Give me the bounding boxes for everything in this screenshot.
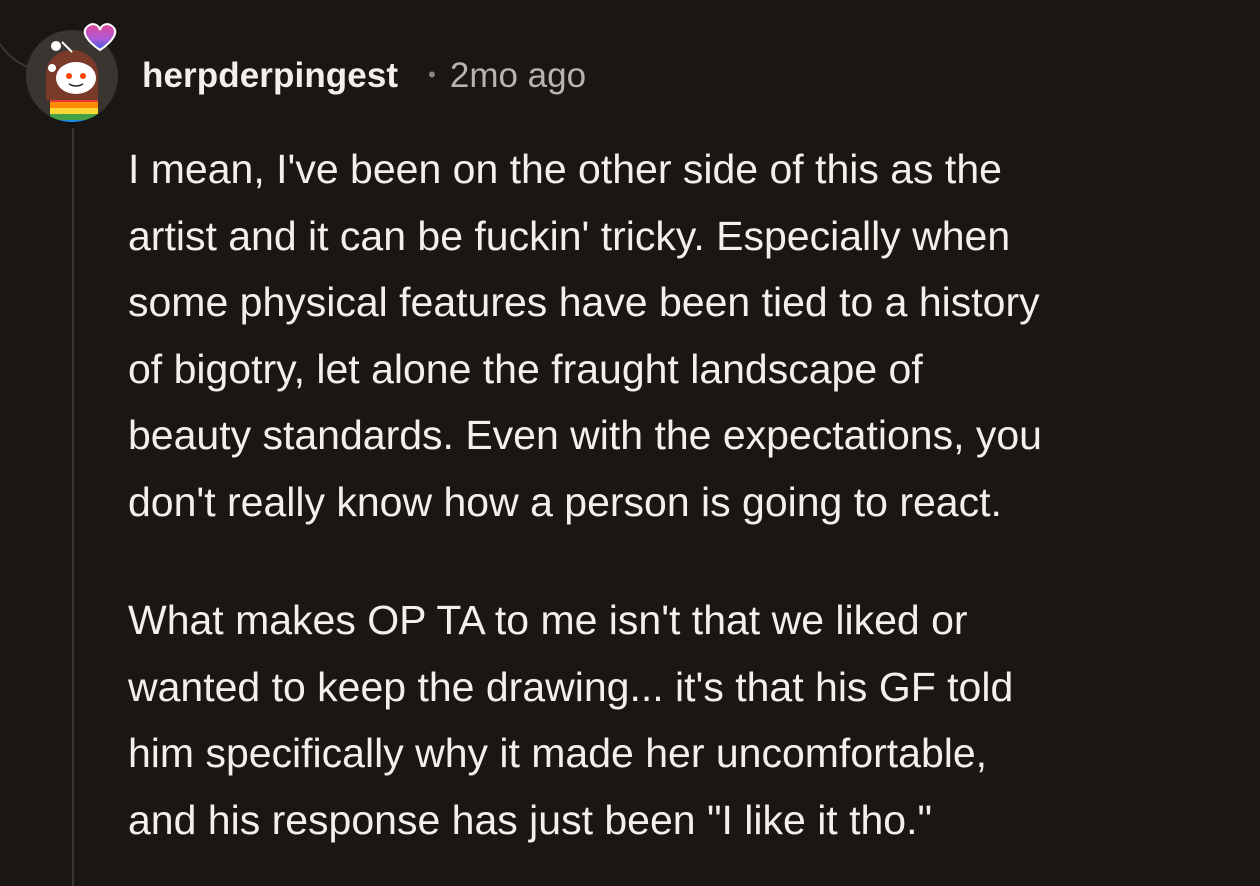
comment-text-line: some physical features have been tied to… [128,279,1040,325]
comment-body: I mean, I've been on the other side of t… [128,136,1238,853]
comment-paragraph: What makes OP TA to me isn't that we lik… [128,587,1238,853]
comment-text-line: What makes OP TA to me isn't that we lik… [128,597,968,643]
comment-text-line: of bigotry, let alone the fraught landsc… [128,345,923,392]
comment-text-line: him specifically why it made her uncomfo… [128,730,988,776]
author-username[interactable]: herpderpingest [142,56,398,96]
comment-text-line: don't really know how a person is going … [128,478,1002,525]
comment-text-line: and his response has just been "I like i… [128,796,933,843]
comment-paragraph: I mean, I've been on the other side of t… [128,136,1238,535]
comment-text-line: artist and it can be fuckin' tricky. Esp… [128,212,1011,259]
comment-text-line: wanted to keep the drawing... it's that … [128,663,1014,710]
comment-text-line: beauty standards. Even with the expectat… [128,412,1042,458]
separator-dot: • [428,62,436,87]
comment-header: herpderpingest • 2mo ago [142,52,586,100]
comment-text-line: I mean, I've been on the other side of t… [128,146,1002,192]
avatar-snoo-rainbow-icon [26,23,118,122]
avatar[interactable] [22,22,124,124]
comment-timestamp[interactable]: 2mo ago [450,56,586,96]
thread-line[interactable] [72,128,74,886]
